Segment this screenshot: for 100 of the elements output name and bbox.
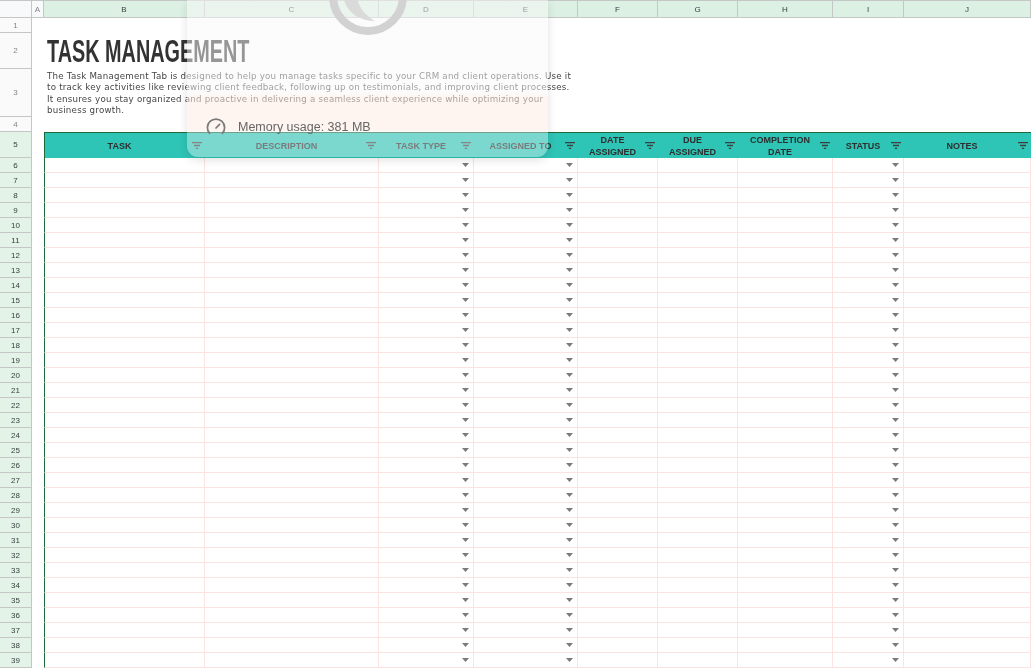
- dropdown-cell[interactable]: [379, 263, 474, 278]
- dropdown-arrow-icon[interactable]: [462, 553, 469, 557]
- filter-icon[interactable]: [565, 142, 575, 149]
- dropdown-cell[interactable]: [379, 578, 474, 593]
- row-header[interactable]: 18: [0, 338, 32, 353]
- dropdown-arrow-icon[interactable]: [462, 298, 469, 302]
- row-header[interactable]: 38: [0, 638, 32, 653]
- column-header[interactable]: G: [658, 0, 738, 18]
- dropdown-arrow-icon[interactable]: [892, 568, 899, 572]
- dropdown-arrow-icon[interactable]: [462, 568, 469, 572]
- dropdown-cell[interactable]: [833, 503, 904, 518]
- dropdown-arrow-icon[interactable]: [462, 403, 469, 407]
- dropdown-cell[interactable]: [474, 653, 578, 668]
- dropdown-cell[interactable]: [474, 518, 578, 533]
- dropdown-cell[interactable]: [474, 638, 578, 653]
- row-header[interactable]: 29: [0, 503, 32, 518]
- dropdown-arrow-icon[interactable]: [566, 328, 573, 332]
- dropdown-cell[interactable]: [379, 638, 474, 653]
- dropdown-cell[interactable]: [379, 158, 474, 173]
- dropdown-arrow-icon[interactable]: [892, 373, 899, 377]
- dropdown-cell[interactable]: [379, 383, 474, 398]
- row-header[interactable]: 35: [0, 593, 32, 608]
- dropdown-cell[interactable]: [833, 443, 904, 458]
- dropdown-arrow-icon[interactable]: [462, 163, 469, 167]
- dropdown-arrow-icon[interactable]: [566, 403, 573, 407]
- dropdown-cell[interactable]: [833, 638, 904, 653]
- dropdown-arrow-icon[interactable]: [892, 508, 899, 512]
- dropdown-cell[interactable]: [379, 173, 474, 188]
- dropdown-cell[interactable]: [379, 503, 474, 518]
- dropdown-arrow-icon[interactable]: [892, 643, 899, 647]
- filter-icon[interactable]: [645, 142, 655, 149]
- dropdown-arrow-icon[interactable]: [566, 178, 573, 182]
- dropdown-cell[interactable]: [833, 293, 904, 308]
- dropdown-cell[interactable]: [474, 473, 578, 488]
- row-header[interactable]: 32: [0, 548, 32, 563]
- dropdown-arrow-icon[interactable]: [462, 178, 469, 182]
- dropdown-cell[interactable]: [379, 563, 474, 578]
- dropdown-arrow-icon[interactable]: [462, 268, 469, 272]
- dropdown-arrow-icon[interactable]: [892, 463, 899, 467]
- row-header[interactable]: 20: [0, 368, 32, 383]
- dropdown-cell[interactable]: [474, 323, 578, 338]
- column-header[interactable]: H: [738, 0, 833, 18]
- dropdown-arrow-icon[interactable]: [892, 358, 899, 362]
- dropdown-arrow-icon[interactable]: [462, 328, 469, 332]
- column-header[interactable]: I: [833, 0, 904, 18]
- dropdown-cell[interactable]: [474, 623, 578, 638]
- dropdown-cell[interactable]: [833, 383, 904, 398]
- dropdown-cell[interactable]: [833, 218, 904, 233]
- dropdown-cell[interactable]: [379, 323, 474, 338]
- dropdown-arrow-icon[interactable]: [462, 253, 469, 257]
- row-header[interactable]: 16: [0, 308, 32, 323]
- dropdown-arrow-icon[interactable]: [462, 583, 469, 587]
- dropdown-arrow-icon[interactable]: [462, 193, 469, 197]
- row-header[interactable]: 33: [0, 563, 32, 578]
- dropdown-cell[interactable]: [474, 308, 578, 323]
- row-header[interactable]: 39: [0, 653, 32, 668]
- dropdown-cell[interactable]: [833, 488, 904, 503]
- filter-icon[interactable]: [891, 142, 901, 149]
- dropdown-cell[interactable]: [379, 593, 474, 608]
- dropdown-cell[interactable]: [379, 233, 474, 248]
- dropdown-cell[interactable]: [833, 278, 904, 293]
- filter-icon[interactable]: [192, 142, 202, 149]
- dropdown-arrow-icon[interactable]: [566, 583, 573, 587]
- dropdown-cell[interactable]: [474, 593, 578, 608]
- dropdown-arrow-icon[interactable]: [892, 418, 899, 422]
- dropdown-arrow-icon[interactable]: [892, 193, 899, 197]
- dropdown-arrow-icon[interactable]: [566, 658, 573, 662]
- dropdown-arrow-icon[interactable]: [566, 388, 573, 392]
- dropdown-cell[interactable]: [474, 173, 578, 188]
- dropdown-cell[interactable]: [474, 158, 578, 173]
- dropdown-arrow-icon[interactable]: [566, 268, 573, 272]
- row-header[interactable]: 14: [0, 278, 32, 293]
- filter-icon[interactable]: [366, 142, 376, 149]
- dropdown-arrow-icon[interactable]: [566, 418, 573, 422]
- column-header[interactable]: J: [904, 0, 1031, 18]
- row-header[interactable]: 8: [0, 188, 32, 203]
- dropdown-arrow-icon[interactable]: [462, 643, 469, 647]
- row-header[interactable]: 26: [0, 458, 32, 473]
- dropdown-arrow-icon[interactable]: [566, 493, 573, 497]
- dropdown-arrow-icon[interactable]: [892, 208, 899, 212]
- dropdown-arrow-icon[interactable]: [892, 583, 899, 587]
- dropdown-arrow-icon[interactable]: [566, 538, 573, 542]
- dropdown-cell[interactable]: [474, 278, 578, 293]
- dropdown-arrow-icon[interactable]: [566, 613, 573, 617]
- dropdown-arrow-icon[interactable]: [462, 613, 469, 617]
- dropdown-cell[interactable]: [379, 338, 474, 353]
- row-header[interactable]: 6: [0, 158, 32, 173]
- dropdown-arrow-icon[interactable]: [892, 538, 899, 542]
- dropdown-arrow-icon[interactable]: [892, 388, 899, 392]
- dropdown-arrow-icon[interactable]: [462, 463, 469, 467]
- row-header[interactable]: 31: [0, 533, 32, 548]
- dropdown-arrow-icon[interactable]: [462, 223, 469, 227]
- row-header[interactable]: 21: [0, 383, 32, 398]
- dropdown-arrow-icon[interactable]: [462, 208, 469, 212]
- row-header[interactable]: 7: [0, 173, 32, 188]
- dropdown-cell[interactable]: [379, 608, 474, 623]
- dropdown-cell[interactable]: [379, 458, 474, 473]
- dropdown-arrow-icon[interactable]: [462, 313, 469, 317]
- dropdown-cell[interactable]: [474, 533, 578, 548]
- dropdown-arrow-icon[interactable]: [462, 343, 469, 347]
